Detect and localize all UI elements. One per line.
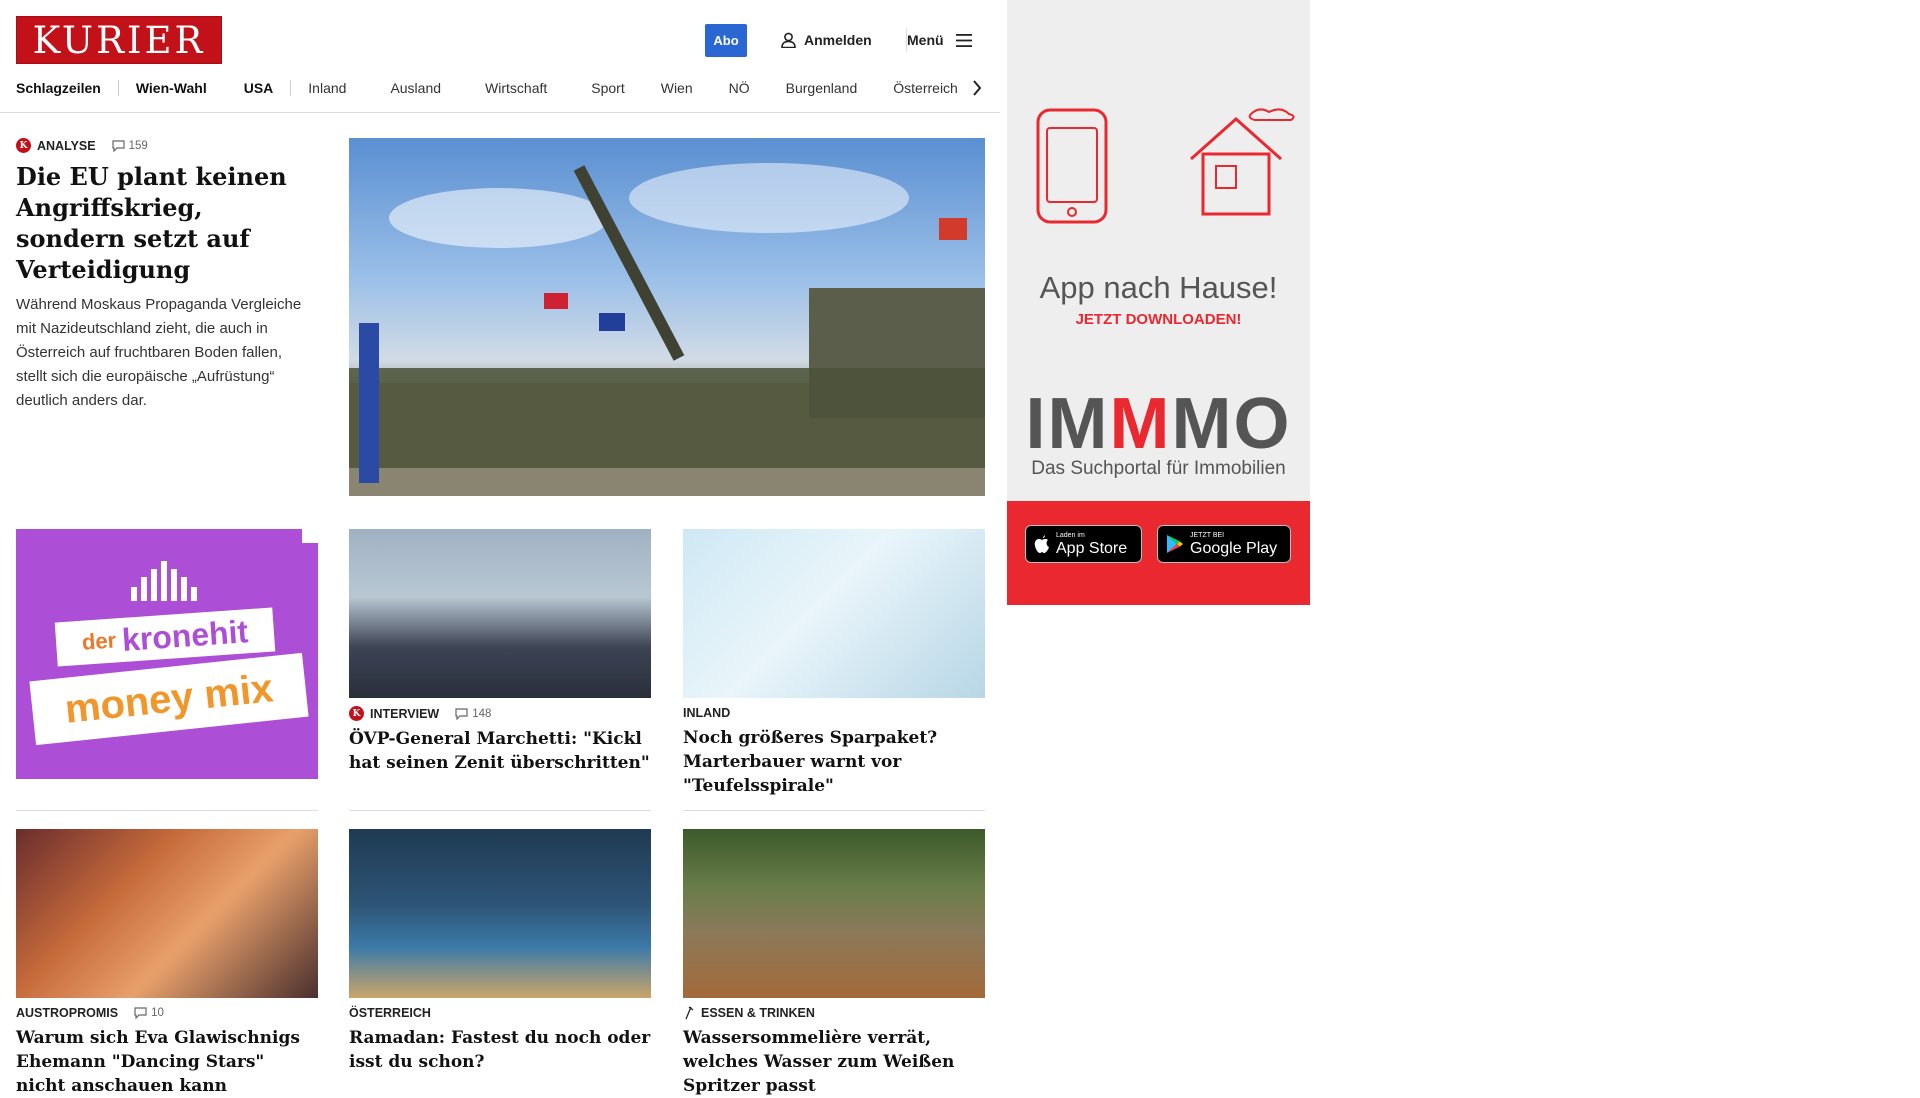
comment-count-value: 148 xyxy=(472,707,492,720)
nav-item-schlagzeilen[interactable]: Schlagzeilen xyxy=(16,80,118,96)
kronehit-logo-box: der kronehit xyxy=(54,607,276,667)
immmo-letter: M xyxy=(1047,384,1110,464)
money-mix-label: money mix xyxy=(62,665,276,732)
article-kicker: ESSEN & TRINKEN xyxy=(683,1006,985,1020)
fork-icon xyxy=(685,1006,694,1020)
article-ramadan[interactable]: ÖSTERREICH Ramadan: Fastest du noch oder… xyxy=(349,1006,651,1074)
kurier-k-icon: K xyxy=(349,706,364,721)
kicker-label: ANALYSE xyxy=(37,138,96,153)
comment-icon xyxy=(111,139,125,152)
google-play-icon xyxy=(1167,535,1183,553)
immmo-letter: O xyxy=(1233,384,1292,464)
article-title[interactable]: Ramadan: Fastest du noch oder isst du sc… xyxy=(349,1026,651,1074)
chevron-right-icon[interactable] xyxy=(970,76,984,100)
nav-item-wirtschaft[interactable]: Wirtschaft xyxy=(458,80,564,96)
nav-item-noe[interactable]: NÖ xyxy=(710,80,767,96)
house-icon xyxy=(1190,108,1295,216)
nav-item-usa[interactable]: USA xyxy=(224,80,291,96)
nav-item-oesterreich[interactable]: Österreich xyxy=(874,80,975,96)
article-title[interactable]: Wassersommelière verrät, welches Wasser … xyxy=(683,1026,985,1098)
article-image-wasser[interactable] xyxy=(683,829,985,998)
lead-kicker: K ANALYSE 159 xyxy=(16,138,316,153)
crown-icon xyxy=(131,561,197,601)
article-title[interactable]: Warum sich Eva Glawischnigs Ehemann "Dan… xyxy=(16,1026,318,1098)
comment-icon xyxy=(455,707,468,720)
immmo-tagline: Das Suchportal für Immobilien xyxy=(1031,458,1286,479)
article-marterbauer[interactable]: INLAND Noch größeres Sparpaket? Marterba… xyxy=(683,706,985,798)
main-nav: Schlagzeilen Wien-Wahl USA Inland Auslan… xyxy=(16,76,975,100)
menu-label: Menü xyxy=(907,32,944,48)
comment-count: 148 xyxy=(455,708,491,720)
comment-count-value: 10 xyxy=(151,1007,164,1019)
lead-article[interactable]: K ANALYSE 159 Die EU plant keinen Angrif… xyxy=(16,138,316,413)
article-kicker: AUSTROPROMIS 10 xyxy=(16,1006,318,1020)
phone-icon xyxy=(1036,108,1108,224)
comment-icon xyxy=(134,1007,147,1019)
article-wasser[interactable]: ESSEN & TRINKEN Wassersommelière verrät,… xyxy=(683,1006,985,1098)
google-play-button[interactable]: JETZT BEI Google Play xyxy=(1157,525,1291,563)
comment-count-value: 159 xyxy=(128,139,148,152)
app-store-small: Laden im xyxy=(1056,531,1085,539)
article-image-ramadan[interactable] xyxy=(349,829,651,998)
apple-icon xyxy=(1034,534,1049,553)
header-divider-line xyxy=(0,112,1000,113)
nav-item-inland[interactable]: Inland xyxy=(291,80,363,96)
kurier-k-icon: K xyxy=(16,138,31,153)
article-title[interactable]: ÖVP-General Marchetti: "Kickl hat seinen… xyxy=(349,727,651,775)
row-divider xyxy=(349,810,651,811)
nav-item-burgenland[interactable]: Burgenland xyxy=(767,80,875,96)
kronehit-der: der xyxy=(81,627,117,655)
nav-item-wien-wahl[interactable]: Wien-Wahl xyxy=(119,80,224,96)
article-image-marterbauer[interactable] xyxy=(683,529,985,698)
lead-image[interactable] xyxy=(349,138,985,496)
login-button[interactable]: Anmelden xyxy=(781,30,872,50)
lead-teaser: Während Moskaus Propaganda Vergleiche mi… xyxy=(16,296,302,409)
row-divider xyxy=(683,810,985,811)
immmo-logo: IMMMO xyxy=(1007,388,1310,460)
side-ad-headline: App nach Hause! xyxy=(1039,270,1278,305)
lead-title[interactable]: Die EU plant keinen Angriffskrieg, sonde… xyxy=(16,161,316,285)
app-store-text: Laden im App Store xyxy=(1056,532,1127,557)
app-store-big: App Store xyxy=(1056,539,1128,557)
article-image-marchetti[interactable] xyxy=(349,529,651,698)
adchoices-icon[interactable] xyxy=(302,529,318,543)
row-divider xyxy=(16,810,318,811)
article-kicker: ÖSTERREICH xyxy=(349,1006,651,1020)
immmo-brand: IMMMO xyxy=(1026,384,1292,464)
money-mix-box: money mix xyxy=(29,652,309,746)
article-glawischnig[interactable]: AUSTROPROMIS 10 Warum sich Eva Glawischn… xyxy=(16,1006,318,1098)
user-icon xyxy=(781,32,796,48)
article-title[interactable]: Noch größeres Sparpaket? Marterbauer war… xyxy=(683,726,985,798)
app-store-button[interactable]: Laden im App Store xyxy=(1025,525,1142,563)
hamburger-icon xyxy=(955,33,972,47)
immmo-letter: M xyxy=(1171,384,1234,464)
menu-button[interactable]: Menü xyxy=(907,30,972,50)
abo-button[interactable]: Abo xyxy=(705,24,747,57)
kicker-label: INTERVIEW xyxy=(370,706,440,721)
google-play-big: Google Play xyxy=(1190,539,1278,557)
immmo-letter: I xyxy=(1025,384,1048,464)
kicker-label: ÖSTERREICH xyxy=(349,1006,431,1020)
soldiers-image xyxy=(349,163,985,496)
kronehit-ad[interactable]: der kronehit money mix xyxy=(16,529,318,779)
kronehit-brand: kronehit xyxy=(120,612,250,658)
nav-item-ausland[interactable]: Ausland xyxy=(363,80,458,96)
article-marchetti[interactable]: K INTERVIEW 148 ÖVP-General Marchetti: "… xyxy=(349,706,651,775)
nav-item-sport[interactable]: Sport xyxy=(564,80,641,96)
kicker-label: INLAND xyxy=(683,706,731,720)
article-kicker: K INTERVIEW 148 xyxy=(349,706,651,721)
kicker-label: AUSTROPROMIS xyxy=(16,1006,119,1020)
google-play-text: JETZT BEI Google Play xyxy=(1190,532,1277,557)
login-label: Anmelden xyxy=(804,32,872,48)
kurier-logo[interactable]: KURIER xyxy=(16,16,222,64)
kicker-label: ESSEN & TRINKEN xyxy=(701,1006,815,1020)
immmo-letter: M xyxy=(1109,384,1172,464)
article-image-glawischnig[interactable] xyxy=(16,829,318,998)
nav-item-wien[interactable]: Wien xyxy=(642,80,710,96)
comment-count: 159 xyxy=(111,139,148,152)
article-kicker: INLAND xyxy=(683,706,985,720)
side-ad-cta[interactable]: JETZT DOWNLOADEN! xyxy=(1007,311,1310,328)
comment-count: 10 xyxy=(134,1007,164,1019)
google-play-small: JETZT BEI xyxy=(1190,531,1225,539)
